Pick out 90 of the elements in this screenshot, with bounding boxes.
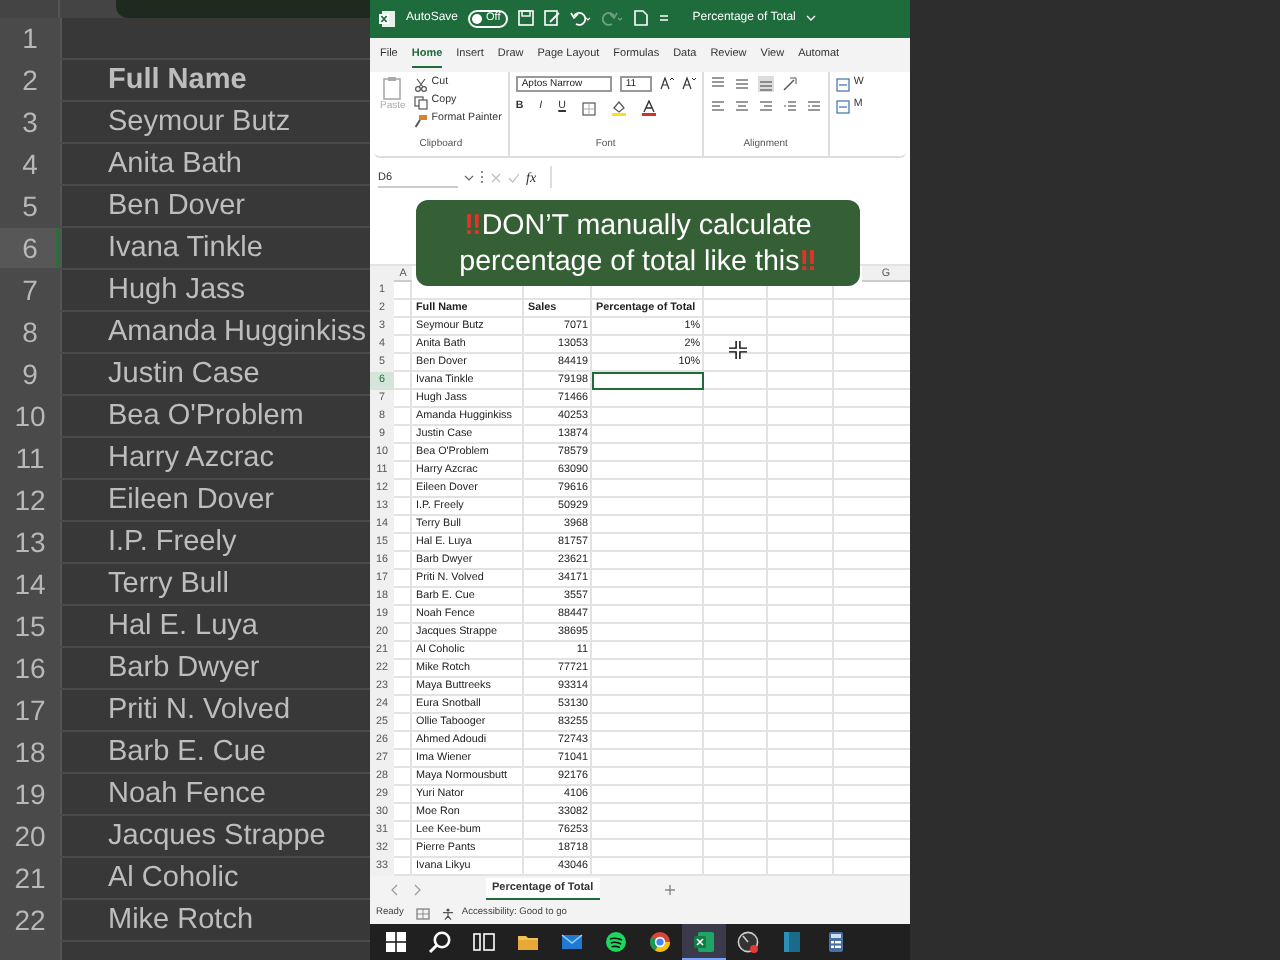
column-heading: Full Name [106,62,247,100]
grow-font-icon[interactable] [659,76,674,91]
music-app-icon [604,930,628,955]
table-cell-text: Anita Bath [106,146,242,184]
selected-cell[interactable] [592,372,704,391]
row-number: 22 [12,902,48,940]
row-number: 16 [12,650,48,688]
banner-text: ‼DON’T manually calculate [464,207,812,243]
align-middle-icon[interactable] [733,75,750,92]
calculator-icon [824,930,848,955]
align-right-icon[interactable] [757,99,774,116]
move-cursor-icon [728,340,748,360]
orientation-icon[interactable] [781,75,798,92]
wrap-text-icon [835,77,850,92]
row-number: 21 [12,860,48,898]
row-number: 4 [20,146,40,184]
row-number: 10 [12,398,48,436]
chevron-left-icon[interactable] [390,883,398,896]
fill-color-icon[interactable] [611,100,626,117]
table-cell-text: Al Coholic [106,860,239,898]
table-cell-text: Noah Fence [106,776,266,814]
row-number: 14 [12,566,48,604]
copy-icon [413,95,428,110]
table-cell-text: Harry Azcrac [106,440,274,478]
add-sheet-icon[interactable] [663,883,676,896]
scissors-icon [413,77,428,92]
recorder-icon [736,930,760,955]
align-center-icon[interactable] [733,99,750,116]
chevron-right-icon[interactable] [414,883,422,896]
undo-icon[interactable] [570,10,593,27]
row-number: 3 [20,104,40,142]
accessibility-icon [441,907,454,920]
table-cell-text: Justin Case [106,356,260,394]
row-number: 13 [12,524,48,562]
row-number: 7 [20,272,40,310]
banner-text: percentage of total like this‼ [459,243,817,279]
save-icon[interactable] [518,10,535,27]
row-number: 2 [20,62,40,100]
chevron-down-icon[interactable] [464,173,474,182]
folder-icon [516,930,540,955]
row-number: 9 [20,356,40,394]
table-cell-text: Priti N. Volved [106,692,291,730]
table-cell-text: Hal E. Luya [106,608,258,646]
align-left-icon[interactable] [709,99,726,116]
table-cell-text: Hugh Jass [106,272,246,310]
row-number: 5 [20,188,40,226]
row-number: 8 [20,314,40,352]
table-cell-text: Jacques Strappe [106,818,326,856]
align-top-icon[interactable] [709,75,726,92]
task-view-icon [472,930,496,955]
row-number: 1 [20,20,40,58]
table-cell-text: Barb E. Cue [106,734,266,772]
increase-indent-icon[interactable] [805,99,822,116]
brush-icon [413,113,428,128]
table-cell-text: Ben Dover [106,188,246,226]
customize-icon[interactable] [658,12,671,25]
row-number: 12 [12,482,48,520]
row-number: 18 [12,734,48,772]
table-cell-text: Bea O'Problem [106,398,304,436]
spreadsheet-app-icon [692,929,716,954]
table-cell-text: Mike Rotch [106,902,254,940]
shrink-font-icon[interactable] [681,76,696,91]
table-cell-text: Terry Bull [106,566,229,604]
windows-icon [384,930,408,955]
merge-icon [835,99,850,114]
mail-icon [560,930,584,955]
table-cell-text: Seymour Butz [106,104,291,142]
table-cell-text: I.P. Freely [106,524,237,562]
search-icon [428,930,452,955]
row-number: 19 [12,776,48,814]
font-color-icon[interactable] [641,100,656,117]
clipboard-icon [382,75,403,100]
row-number: 6 [0,228,60,268]
macro-icon [415,907,430,920]
table-cell-text: Eileen Dover [106,482,275,520]
row-number: 20 [12,818,48,856]
row-number: 11 [13,440,47,478]
align-bottom-icon[interactable] [757,75,774,92]
check-icon[interactable] [508,171,520,184]
table-cell-text: Ivana Tinkle [106,230,263,268]
edit-icon[interactable] [544,10,561,27]
table-cell-text: Barb Dwyer [106,650,260,688]
row-number: 17 [12,692,48,730]
row-number: 15 [12,608,48,646]
table-cell-text: Amanda Hugginkiss [106,314,366,352]
app-icon [780,930,804,955]
new-document-icon[interactable] [634,10,649,27]
borders-icon[interactable] [581,101,596,116]
browser-icon [648,930,672,955]
excel-icon [378,9,396,28]
